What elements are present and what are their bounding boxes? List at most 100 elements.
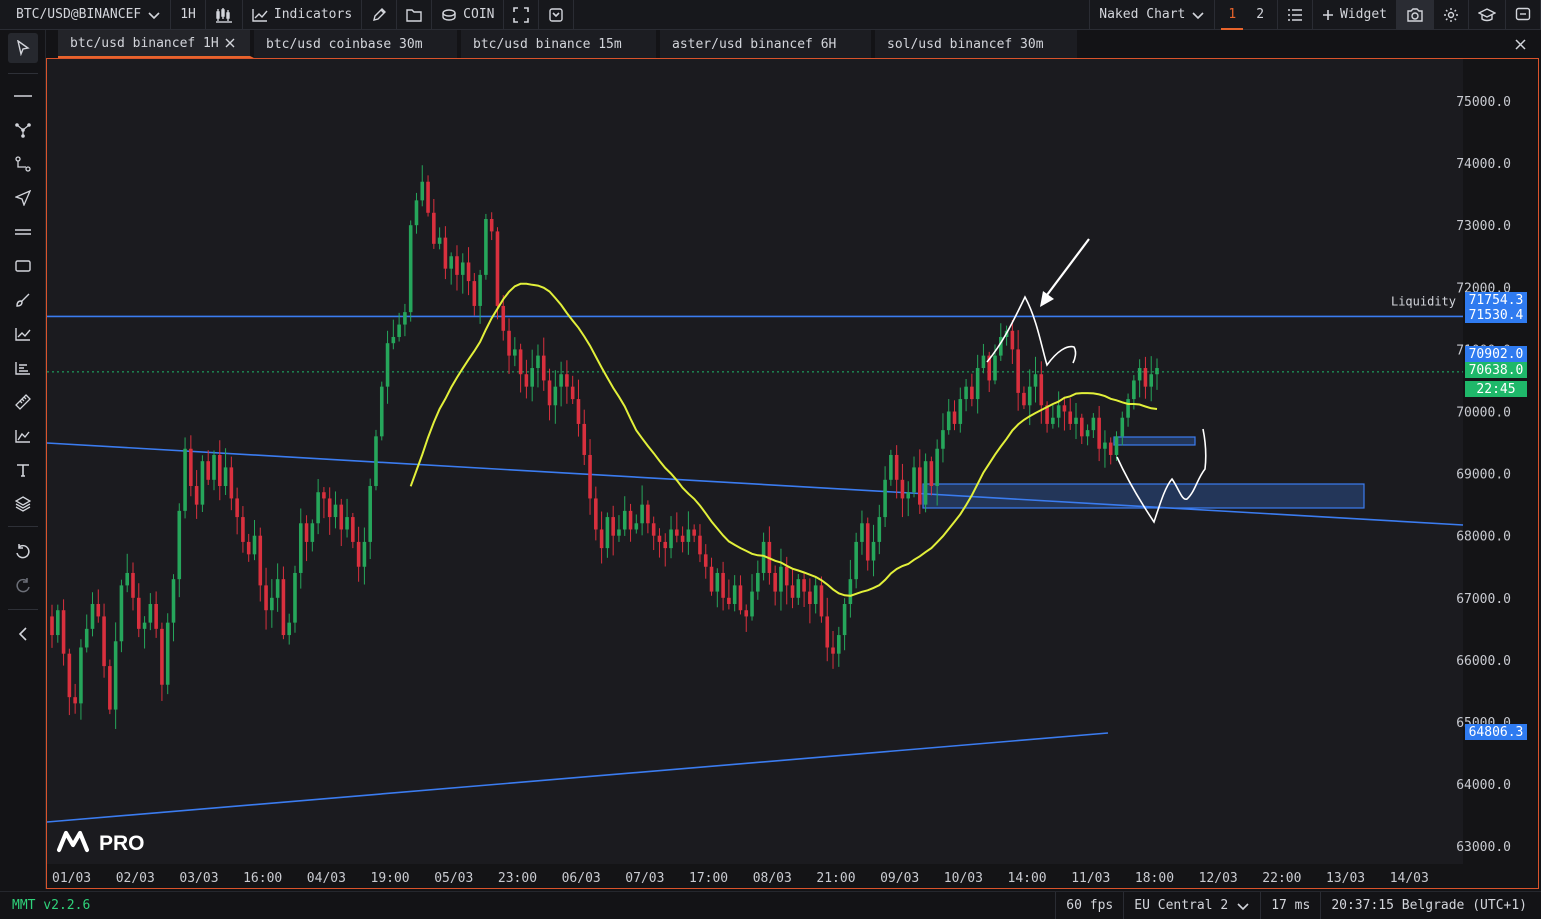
candle-body [252,535,257,555]
candle-body [541,355,546,381]
list-button[interactable] [1278,0,1314,30]
settings-button[interactable] [1434,0,1469,30]
time-axis-label: 03/03 [179,871,218,886]
price-tag: 70638.0 [1465,362,1527,378]
layers-icon [15,496,31,512]
collapse-toolbar-button[interactable] [8,619,38,649]
pitchfork-tool[interactable] [8,115,38,145]
coin-button[interactable]: COIN [432,0,505,30]
indicators-button[interactable]: Indicators [243,0,363,30]
cursor-tool[interactable] [8,33,38,63]
rectangle-tool[interactable] [8,251,38,281]
price-axis-label: 73000.0 [1456,219,1511,234]
candle-body [651,523,656,536]
pencil-icon [373,7,387,21]
widget-label: Widget [1340,7,1387,22]
candle-body [912,467,916,493]
save-button[interactable] [539,0,575,30]
toolbar-divider [8,526,38,527]
folder-button[interactable] [397,0,433,30]
moving-average-line[interactable] [409,282,1158,597]
candle-body [1155,368,1159,375]
ruler-tool[interactable] [8,387,38,417]
chart-type-button[interactable] [206,0,243,30]
candle-body [414,200,419,226]
forecast-tool[interactable] [8,421,38,451]
academy-button[interactable] [1469,0,1506,30]
tab-label: sol/usd binancef 30m [887,36,1044,52]
price-chart[interactable]: Liquidity 75000.074000.073000.072000.071… [47,59,1538,888]
text-tool[interactable] [8,455,38,485]
tab-btc-binance-15m[interactable]: btc/usd binance 15m [461,30,660,58]
candle-body [599,529,604,549]
candle-body [189,448,193,487]
symbol-selector[interactable]: BTC/USD@BINANCEF [0,0,172,30]
price-tag: 70902.0 [1465,346,1527,362]
candle-body [530,368,534,387]
candle-body [756,572,760,592]
toolbar-divider [8,73,38,74]
close-icon[interactable] [225,38,235,48]
candle-body [918,467,922,505]
path-tool[interactable] [8,149,38,179]
trend-tool[interactable] [8,319,38,349]
support-button[interactable] [1506,0,1541,30]
fps-readout: 60 fps [1055,891,1123,919]
timeframe-selector[interactable]: 1H [171,0,206,30]
fullscreen-button[interactable] [504,0,540,30]
candle-body [935,448,939,487]
brush-tool[interactable] [8,285,38,315]
symbol-label: BTC/USD@BINANCEF [16,7,142,22]
layout-1-button[interactable]: 1 [1221,0,1244,30]
horizontal-line-tool[interactable] [8,81,38,111]
ascending-trendline[interactable] [47,732,1109,823]
parallel-lines-tool[interactable] [8,217,38,247]
close-all-tabs-button[interactable] [1510,34,1530,54]
candle-body [640,504,644,524]
chart-panel[interactable]: Liquidity 75000.074000.073000.072000.071… [46,58,1539,889]
coin-label: COIN [463,7,495,22]
ray-tool[interactable] [8,183,38,213]
latency-readout: 17 ms [1260,891,1320,919]
undo-button[interactable] [8,537,38,567]
time-axis-label: 10/03 [944,871,983,886]
candle-body [605,517,610,549]
annotation-arrow[interactable] [1043,238,1090,300]
candlestick-icon [215,7,232,23]
candle-body [154,604,158,629]
candle-body [692,529,696,536]
tab-aster-binancef-6h[interactable]: aster/usd binancef 6H [660,30,875,58]
candle-body [460,262,465,275]
candle-body [819,585,824,617]
server-selector[interactable]: EU Central 2 [1123,891,1260,919]
draw-button[interactable] [362,0,398,30]
support-zone[interactable] [1113,436,1196,446]
candle-body [813,585,818,605]
screenshot-button[interactable] [1397,0,1434,30]
candle-body [108,666,112,710]
time-axis-label: 18:00 [1135,871,1174,886]
candle-body [617,529,621,536]
undo-icon [16,544,30,559]
fullscreen-icon [513,6,530,23]
candle-body [790,585,795,598]
candle-body [594,498,598,530]
timeframe-label: 1H [180,7,196,22]
redo-button[interactable] [8,571,38,601]
candle-body [970,386,974,400]
top-toolbar: BTC/USD@BINANCEF 1H Indicators COIN Nake… [0,0,1541,30]
tab-sol-binancef-30m[interactable]: sol/usd binancef 30m [875,30,1081,58]
camera-icon [1407,7,1423,22]
candle-body [426,181,430,213]
candle-body [993,355,997,381]
tab-btc-coinbase-30m[interactable]: btc/usd coinbase 30m [254,30,461,58]
layout-2-button[interactable]: 2 [1249,7,1271,22]
candle-body [744,610,749,617]
volume-profile-tool[interactable] [8,353,38,383]
widget-button[interactable]: Widget [1313,0,1397,30]
cursor-icon [17,40,30,56]
layers-tool[interactable] [8,489,38,519]
template-selector[interactable]: Naked Chart [1089,0,1216,30]
candle-body [275,579,280,598]
tab-btc-binancef-1h[interactable]: btc/usd binancef 1H [58,30,254,58]
